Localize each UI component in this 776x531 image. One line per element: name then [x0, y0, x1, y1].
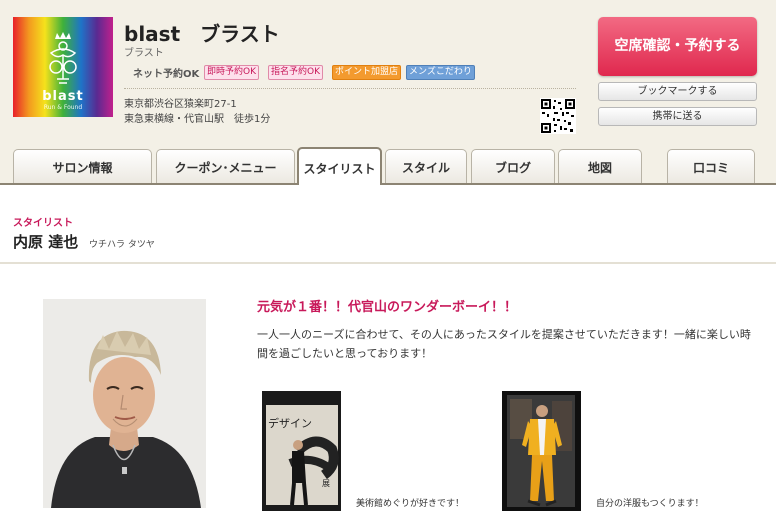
- qr-code-icon[interactable]: [540, 98, 576, 134]
- stylist-intro: 一人一人のニーズに合わせて、その人にあったスタイルを提案させていただきます！一緒…: [257, 328, 751, 360]
- badge-instant-reservation: 即時予約OK: [204, 65, 259, 80]
- tab-reviews[interactable]: 口コミ: [667, 149, 755, 183]
- section-separator: [0, 262, 776, 264]
- stylist-kana: ウチハラ タツヤ: [89, 240, 155, 250]
- badge-point-member: ポイント加盟店: [332, 65, 402, 80]
- hobby-photo-museum: デザイン 展: [262, 391, 341, 511]
- tab-blog[interactable]: ブログ: [471, 149, 555, 183]
- reserve-button[interactable]: 空席確認・予約する: [598, 17, 757, 76]
- caption-clothes: 自分の洋服もつくります！: [596, 499, 704, 509]
- hobby-photo-clothes: [502, 391, 581, 511]
- section-label: スタイリスト: [13, 218, 73, 229]
- bookmark-button[interactable]: ブックマークする: [598, 82, 757, 101]
- tab-style[interactable]: スタイル: [385, 149, 467, 183]
- crown-emblem-icon: [49, 32, 77, 84]
- stylist-catchphrase: 元気が１番！！代官山のワンダーボーイ！！: [257, 300, 518, 315]
- tab-bar-border: [0, 183, 776, 185]
- tab-stylist[interactable]: スタイリスト: [297, 147, 382, 185]
- stylist-portrait: [43, 299, 206, 508]
- salon-name[interactable]: blast ブラスト: [124, 18, 280, 47]
- badge-nominate-reservation: 指名予約OK: [268, 65, 323, 80]
- sign-text: デザイン: [268, 416, 312, 430]
- badge-mens: メンズこだわり: [406, 65, 475, 80]
- tab-coupon-menu[interactable]: クーポン･メニュー: [156, 149, 295, 183]
- logo-sub-text: Run & Found: [43, 104, 83, 111]
- stylist-name: 内原 達也: [13, 233, 79, 251]
- tab-salon-info[interactable]: サロン情報: [13, 149, 152, 183]
- tab-map[interactable]: 地図: [558, 149, 642, 183]
- logo-brand-text: blast: [42, 89, 84, 104]
- salon-address: 東京都渋谷区猿楽町27-1: [124, 99, 237, 110]
- salon-kana: ブラスト: [124, 48, 164, 59]
- net-reservation-label: ネット予約OK: [133, 69, 200, 80]
- salon-logo[interactable]: blast Run & Found: [13, 17, 113, 117]
- salon-access: 東急東横線・代官山駅 徒歩1分: [124, 114, 271, 125]
- sign-text-small: 展: [322, 479, 330, 488]
- header-divider: [124, 88, 576, 89]
- caption-museum: 美術館めぐりが好きです！: [356, 499, 465, 509]
- send-to-mobile-button[interactable]: 携帯に送る: [598, 107, 757, 126]
